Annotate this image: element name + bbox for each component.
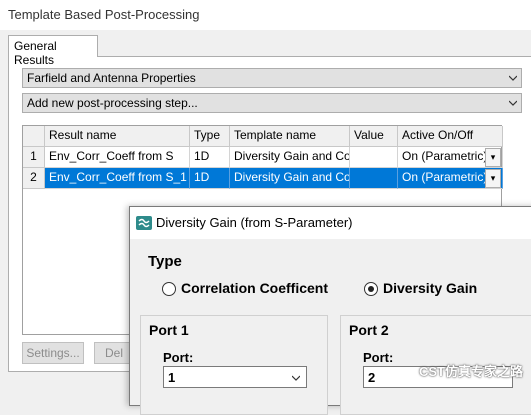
column-header-result-name[interactable]: Result name — [45, 126, 190, 147]
delete-button[interactable]: Del — [94, 342, 134, 364]
column-header-template-name[interactable]: Template name — [230, 126, 350, 147]
dialog-body: Type Correlation Coefficent Diversity Ga… — [140, 245, 531, 415]
row-number[interactable]: 1 — [23, 147, 45, 168]
port1-value: 1 — [168, 370, 176, 385]
port1-group: Port 1 Port: 1 — [140, 315, 328, 415]
tab-general-results[interactable]: General Results — [8, 35, 98, 67]
table-corner — [23, 126, 45, 147]
table-cell-template-name[interactable]: Diversity Gain and Corre — [230, 147, 350, 168]
table-cell-type[interactable]: 1D — [190, 168, 230, 189]
port2-label: Port: — [363, 350, 394, 365]
dialog-title-text: Diversity Gain (from S-Parameter) — [156, 215, 353, 230]
add-step-value: Add new post-processing step... — [27, 96, 198, 110]
port1-select[interactable]: 1 — [163, 366, 307, 388]
radio-label: Diversity Gain — [383, 280, 478, 296]
settings-button[interactable]: Settings... — [22, 342, 84, 364]
column-header-type[interactable]: Type — [190, 126, 230, 147]
radio-label: Correlation Coefficent — [181, 280, 329, 296]
table-cell-template-name[interactable]: Diversity Gain and Corre — [230, 168, 350, 189]
active-dropdown-button[interactable]: ▾ — [485, 169, 501, 188]
results-category-value: Farfield and Antenna Properties — [27, 71, 196, 85]
port1-group-label: Port 1 — [149, 322, 189, 338]
add-step-dropdown[interactable]: Add new post-processing step... — [22, 93, 522, 113]
window-title: Template Based Post-Processing — [0, 0, 531, 30]
active-value: On (Parametric) — [402, 149, 488, 163]
radio-button-selected[interactable] — [364, 282, 378, 296]
port1-label: Port: — [163, 350, 194, 365]
results-category-dropdown[interactable]: Farfield and Antenna Properties — [22, 68, 522, 88]
dialog-title: Diversity Gain (from S-Parameter) — [130, 207, 531, 239]
table-cell-result-name[interactable]: Env_Corr_Coeff from S_1 — [45, 168, 190, 189]
radio-button[interactable] — [162, 282, 176, 296]
column-header-value[interactable]: Value — [350, 126, 398, 147]
table-cell-type[interactable]: 1D — [190, 147, 230, 168]
port2-group-label: Port 2 — [349, 322, 389, 338]
active-value: On (Parametric) — [402, 170, 488, 184]
watermark: CST仿真专家之路 — [418, 364, 523, 379]
column-header-active[interactable]: Active On/Off — [398, 126, 503, 147]
template-icon — [136, 216, 152, 230]
row-number[interactable]: 2 — [23, 168, 45, 189]
port2-value: 2 — [368, 370, 376, 385]
table-cell-value[interactable] — [350, 168, 398, 189]
chevron-down-icon — [509, 100, 517, 106]
chevron-down-icon — [509, 75, 517, 81]
table-cell-result-name[interactable]: Env_Corr_Coeff from S — [45, 147, 190, 168]
active-dropdown-button[interactable]: ▾ — [485, 148, 501, 167]
chevron-down-icon — [292, 375, 300, 381]
type-section-label: Type — [148, 253, 182, 270]
table-cell-value[interactable] — [350, 147, 398, 168]
